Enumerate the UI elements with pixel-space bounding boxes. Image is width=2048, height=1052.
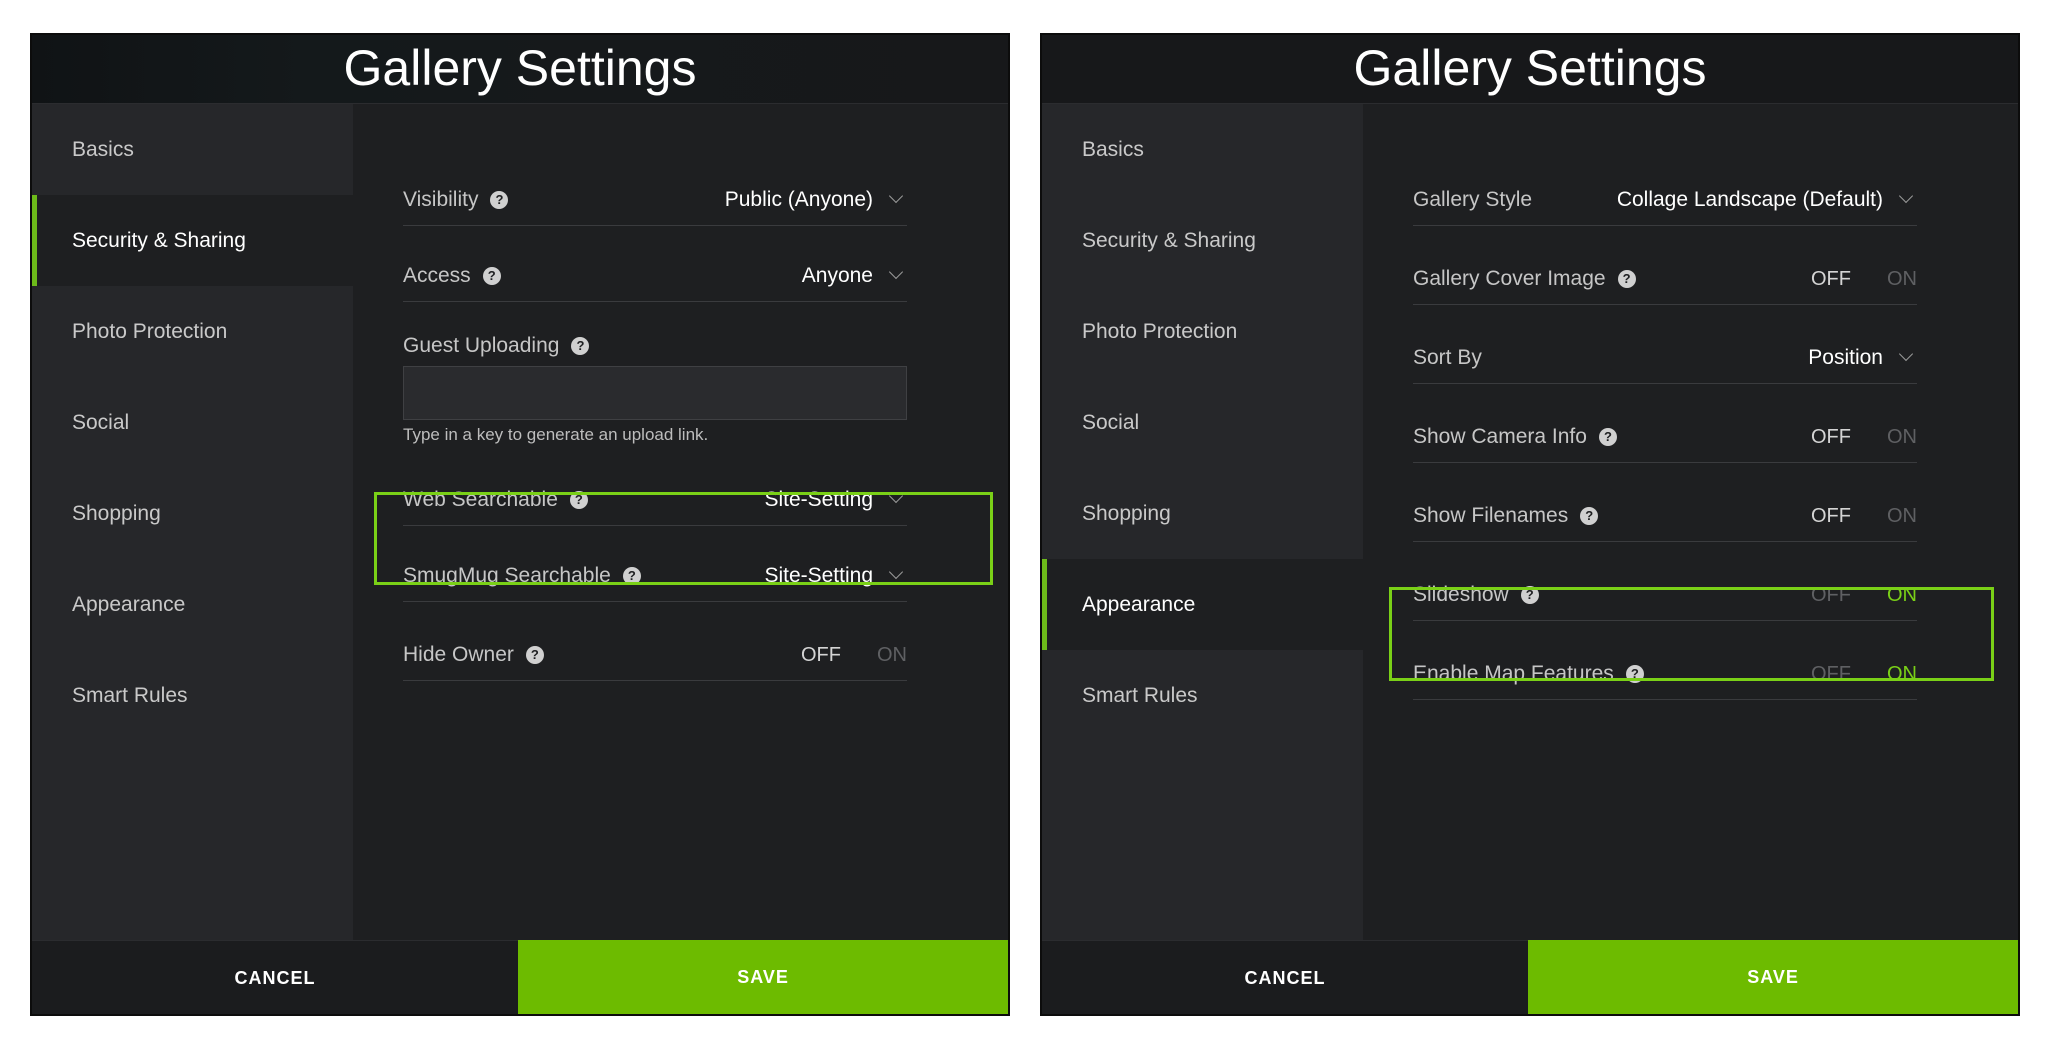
help-icon[interactable]: ? [1625,665,1644,683]
hide-owner-row: Hide Owner? OFF ON [403,638,907,681]
help-icon[interactable]: ? [1598,428,1617,446]
save-button[interactable]: SAVE [1528,940,2018,1014]
show-filenames-label: Show Filenames? [1413,499,1599,533]
web-searchable-select[interactable]: Site-Setting [764,483,873,517]
guest-uploading-label: Guest Uploading? [403,329,590,363]
hide-owner-toggle[interactable]: OFF ON [801,638,907,672]
slideshow-toggle[interactable]: OFF ON [1811,578,1917,612]
show-camera-info-toggle[interactable]: OFF ON [1811,420,1917,454]
show-filenames-row: Show Filenames? OFF ON [1413,499,1917,542]
nav-item-shopping[interactable]: Shopping [1042,468,1363,559]
help-icon[interactable]: ? [482,267,501,285]
toggle-on-option[interactable]: ON [877,644,907,666]
toggle-off-option[interactable]: OFF [1811,663,1851,685]
help-icon[interactable]: ? [490,191,509,209]
help-icon[interactable]: ? [525,646,544,664]
enable-map-features-label: Enable Map Features? [1413,657,1644,691]
chevron-down-icon[interactable] [888,488,904,504]
gallery-settings-dialog-right: Gallery Settings Basics Security & Shari… [1040,33,2020,1016]
visibility-row: Visibility? Public (Anyone) [403,183,907,226]
nav-item-security-sharing[interactable]: Security & Sharing [32,195,353,286]
gallery-style-select[interactable]: Collage Landscape (Default) [1617,183,1883,217]
help-icon[interactable]: ? [569,491,588,509]
smugmug-searchable-row: SmugMug Searchable? Site-Setting [403,559,907,602]
settings-sidebar: Basics Security & Sharing Photo Protecti… [32,104,353,940]
save-button[interactable]: SAVE [518,940,1008,1014]
toggle-off-option[interactable]: OFF [1811,505,1851,527]
help-icon[interactable]: ? [571,337,590,355]
nav-item-smart-rules[interactable]: Smart Rules [1042,650,1363,741]
show-camera-info-row: Show Camera Info? OFF ON [1413,420,1917,463]
toggle-on-option[interactable]: ON [1887,663,1917,685]
sort-by-label: Sort By [1413,346,1482,369]
dialog-title: Gallery Settings [1353,40,1707,96]
toggle-off-option[interactable]: OFF [1811,584,1851,606]
gallery-cover-image-label: Gallery Cover Image? [1413,262,1636,296]
cancel-button[interactable]: CANCEL [1042,940,1529,1014]
access-row: Access? Anyone [403,259,907,302]
dialog-header: Gallery Settings [32,35,1008,104]
access-label: Access? [403,259,501,293]
gallery-cover-image-toggle[interactable]: OFF ON [1811,262,1917,296]
guest-uploading-input[interactable] [403,366,907,420]
nav-item-social[interactable]: Social [1042,377,1363,468]
chevron-down-icon[interactable] [888,188,904,204]
cancel-button[interactable]: CANCEL [32,940,519,1014]
smugmug-searchable-select[interactable]: Site-Setting [764,559,873,593]
toggle-on-option[interactable]: ON [1887,505,1917,527]
nav-item-basics[interactable]: Basics [1042,104,1363,195]
toggle-on-option[interactable]: ON [1887,268,1917,290]
toggle-off-option[interactable]: OFF [1811,268,1851,290]
help-icon[interactable]: ? [622,567,641,585]
nav-item-appearance[interactable]: Appearance [32,559,353,650]
enable-map-features-row: Enable Map Features? OFF ON [1413,657,1917,700]
web-searchable-row: Web Searchable? Site-Setting [403,483,907,526]
gallery-style-row: Gallery Style Collage Landscape (Default… [1413,183,1917,226]
nav-item-photo-protection[interactable]: Photo Protection [1042,286,1363,377]
nav-item-basics[interactable]: Basics [32,104,353,195]
help-icon[interactable]: ? [1617,270,1636,288]
nav-item-shopping[interactable]: Shopping [32,468,353,559]
help-icon[interactable]: ? [1580,507,1599,525]
nav-item-photo-protection[interactable]: Photo Protection [32,286,353,377]
show-camera-info-label: Show Camera Info? [1413,420,1617,454]
enable-map-features-toggle[interactable]: OFF ON [1811,657,1917,691]
nav-item-appearance[interactable]: Appearance [1042,559,1363,650]
help-icon[interactable]: ? [1520,586,1539,604]
slideshow-label: Slideshow? [1413,578,1539,612]
dialog-footer: CANCEL SAVE [32,940,1008,1014]
toggle-on-option[interactable]: ON [1887,584,1917,606]
nav-item-smart-rules[interactable]: Smart Rules [32,650,353,741]
slideshow-row: Slideshow? OFF ON [1413,578,1917,621]
settings-content: Gallery Style Collage Landscape (Default… [1363,104,2018,940]
dialog-footer: CANCEL SAVE [1042,940,2018,1014]
nav-item-security-sharing[interactable]: Security & Sharing [1042,195,1363,286]
sort-by-select[interactable]: Position [1808,341,1883,375]
chevron-down-icon[interactable] [888,264,904,280]
toggle-off-option[interactable]: OFF [1811,426,1851,448]
gallery-cover-image-row: Gallery Cover Image? OFF ON [1413,262,1917,305]
nav-item-social[interactable]: Social [32,377,353,468]
settings-sidebar: Basics Security & Sharing Photo Protecti… [1042,104,1363,940]
dialog-header: Gallery Settings [1042,35,2018,104]
visibility-label: Visibility? [403,183,509,217]
toggle-on-option[interactable]: ON [1887,426,1917,448]
access-select[interactable]: Anyone [802,259,873,293]
gallery-style-label: Gallery Style [1413,188,1533,211]
sort-by-row: Sort By Position [1413,341,1917,384]
smugmug-searchable-label: SmugMug Searchable? [403,559,641,593]
chevron-down-icon[interactable] [888,564,904,580]
settings-content: Visibility? Public (Anyone) Access? Anyo… [353,104,1008,940]
toggle-off-option[interactable]: OFF [801,644,841,666]
dialog-title: Gallery Settings [343,40,697,96]
gallery-settings-dialog-left: Gallery Settings Basics Security & Shari… [30,33,1010,1016]
visibility-select[interactable]: Public (Anyone) [725,183,873,217]
web-searchable-label: Web Searchable? [403,483,588,517]
hide-owner-label: Hide Owner? [403,638,544,672]
chevron-down-icon[interactable] [1898,346,1914,362]
show-filenames-toggle[interactable]: OFF ON [1811,499,1917,533]
guest-uploading-hint: Type in a key to generate an upload link… [403,425,709,444]
chevron-down-icon[interactable] [1898,188,1914,204]
